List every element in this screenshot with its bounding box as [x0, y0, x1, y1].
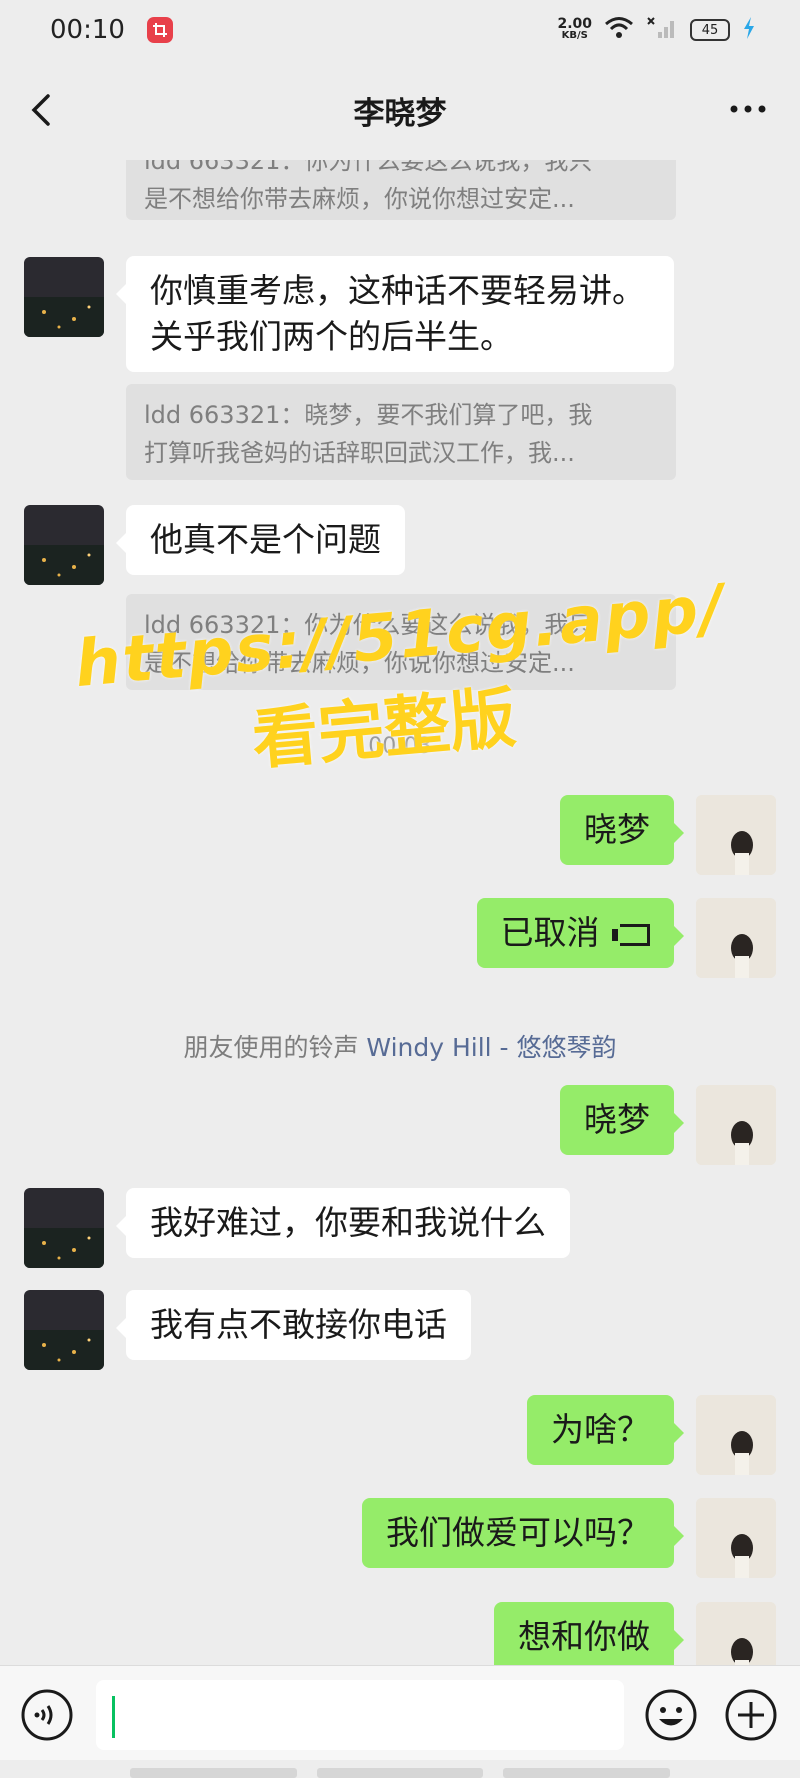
my-avatar[interactable] [696, 1085, 776, 1165]
chat-header: 李晓梦 [0, 60, 800, 160]
back-button[interactable] [22, 90, 62, 130]
message-list[interactable]: ldd 663321：你为什么要这么说我，我只 是不想给你带去麻烦，你说你想过安… [0, 160, 800, 1665]
sent-message[interactable]: 晓梦 [560, 1085, 684, 1155]
voice-icon [21, 1689, 73, 1741]
network-speed-unit: KB/S [561, 30, 588, 41]
network-speed: 2.00 KB/S [557, 16, 592, 42]
contact-avatar[interactable] [24, 257, 104, 337]
received-message[interactable]: 我有点不敢接你电话 [116, 1290, 471, 1360]
quote-text: 打算听我爸妈的话辞职回武汉工作，我... [144, 439, 575, 467]
quote-text: ldd 663321：晓梦，要不我们算了吧，我 [144, 401, 593, 429]
message-text: 我有点不敢接你电话 [150, 1305, 447, 1344]
sent-message[interactable]: 想和你做 [494, 1602, 684, 1665]
quoted-message[interactable]: ldd 663321：晓梦，要不我们算了吧，我 打算听我爸妈的话辞职回武汉工作，… [126, 384, 676, 480]
message-text: 他真不是个问题 [150, 520, 381, 559]
message-text: 已取消 [500, 913, 600, 952]
wifi-icon [604, 16, 634, 44]
sent-message[interactable]: 晓梦 [560, 795, 684, 865]
sent-call-message[interactable]: 已取消 [476, 898, 684, 968]
gesture-bar [130, 1768, 671, 1778]
message-text: 晓梦 [584, 1100, 650, 1139]
my-avatar[interactable] [696, 1395, 776, 1475]
charging-icon [742, 16, 756, 44]
battery-icon: 45 [690, 19, 730, 41]
back-arrow-icon [31, 94, 50, 126]
sent-message[interactable]: 为啥？ [527, 1395, 684, 1465]
received-message[interactable]: 我好难过，你要和我说什么 [116, 1188, 570, 1258]
quote-text: 是不想给你带去麻烦，你说你想过安定... [144, 649, 575, 677]
more-icon [730, 105, 766, 113]
my-avatar[interactable] [696, 795, 776, 875]
sent-message[interactable]: 我们做爱可以吗？ [362, 1498, 684, 1568]
quote-text: ldd 663321：你为什么要这么说我，我只 [144, 160, 593, 175]
quote-text: ldd 663321：你为什么要这么说我，我只 [144, 611, 593, 639]
contact-avatar[interactable] [24, 505, 104, 585]
chat-title: 李晓梦 [353, 95, 447, 132]
ringtone-link[interactable]: Windy Hill - 悠悠琴韵 [366, 1033, 616, 1062]
my-avatar[interactable] [696, 1602, 776, 1665]
timestamp: 00:03 [368, 734, 432, 759]
status-time: 00:10 [50, 15, 125, 45]
contact-avatar[interactable] [24, 1290, 104, 1370]
message-input[interactable] [96, 1680, 624, 1750]
status-indicators: 2.00 KB/S 45 [557, 16, 756, 44]
quoted-message[interactable]: ldd 663321：你为什么要这么说我，我只 是不想给你带去麻烦，你说你想过安… [126, 160, 676, 220]
ringtone-prefix: 朋友使用的铃声 [183, 1033, 367, 1062]
received-message[interactable]: 你慎重考虑，这种话不要轻易讲。 关乎我们两个的后半生。 [116, 256, 674, 372]
ringtone-notice: 朋友使用的铃声 Windy Hill - 悠悠琴韵 [0, 1028, 800, 1064]
contact-avatar[interactable] [24, 1188, 104, 1268]
more-actions-button[interactable] [724, 1688, 778, 1742]
message-text: 晓梦 [584, 810, 650, 849]
message-text: 为啥？ [551, 1410, 650, 1449]
plus-icon [725, 1689, 777, 1741]
my-avatar[interactable] [696, 898, 776, 978]
my-avatar[interactable] [696, 1498, 776, 1578]
emoji-icon [645, 1689, 697, 1741]
text-cursor [112, 1696, 115, 1738]
quote-text: 是不想给你带去麻烦，你说你想过安定... [144, 185, 575, 213]
cellular-signal-icon [646, 16, 678, 44]
message-text: 我好难过，你要和我说什么 [150, 1203, 546, 1242]
message-text: 我们做爱可以吗？ [386, 1513, 650, 1552]
voice-call-icon [612, 923, 650, 946]
more-button[interactable] [726, 94, 770, 124]
message-text: 想和你做 [518, 1617, 650, 1656]
network-speed-value: 2.00 [557, 16, 592, 32]
quoted-message[interactable]: ldd 663321：你为什么要这么说我，我只 是不想给你带去麻烦，你说你想过安… [126, 594, 676, 690]
message-text: 关乎我们两个的后半生。 [150, 317, 513, 356]
screenshot-app-icon [146, 17, 173, 43]
received-message[interactable]: 他真不是个问题 [116, 505, 405, 575]
input-bar [0, 1665, 800, 1760]
voice-input-button[interactable] [20, 1688, 74, 1742]
emoji-button[interactable] [644, 1688, 698, 1742]
message-text: 你慎重考虑，这种话不要轻易讲。 [150, 271, 645, 310]
status-bar: 00:10 2.00 KB/S 45 [0, 0, 800, 60]
